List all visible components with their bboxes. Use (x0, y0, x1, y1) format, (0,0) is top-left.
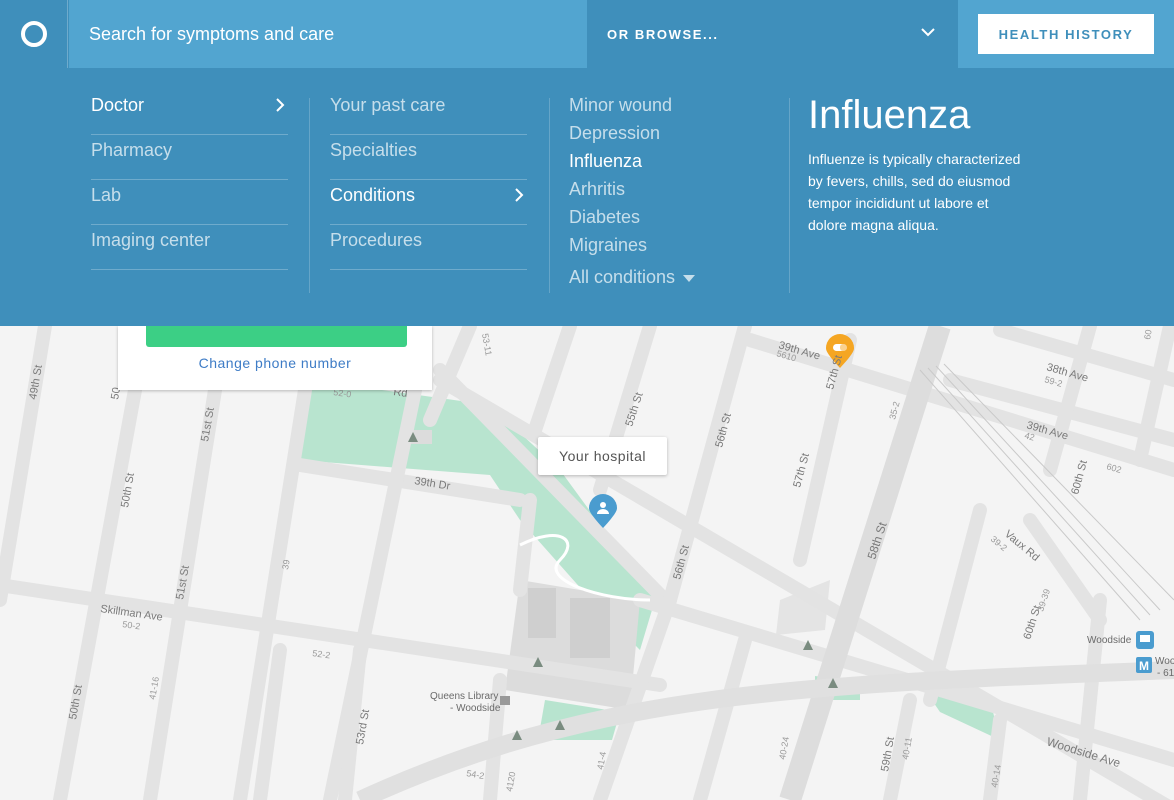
condition-description: Influenze is typically characterized by … (808, 151, 1021, 233)
health-history-button[interactable]: HEALTH HISTORY (978, 14, 1154, 54)
condition-item[interactable]: Diabetes (569, 204, 769, 232)
option-label: Procedures (330, 230, 423, 250)
condition-item[interactable]: Depression (569, 120, 769, 148)
browse-panel: Doctor Pharmacy Lab Imaging center Your … (0, 68, 1174, 326)
all-conditions-label: All conditions (569, 267, 676, 287)
conditions-list: Minor wound Depression Influenza Arhriti… (569, 92, 769, 292)
chevron-down-icon (921, 28, 935, 37)
doctor-options-list: Your past care Specialties Conditions Pr… (330, 90, 527, 270)
map-building (570, 598, 610, 658)
metro-icon: M (1136, 657, 1152, 673)
station-label: Woodside (1087, 635, 1132, 646)
column-divider (789, 98, 790, 293)
option-label: Specialties (330, 140, 418, 160)
care-type-list: Doctor Pharmacy Lab Imaging center (91, 90, 288, 270)
chevron-right-icon (276, 98, 285, 112)
chevron-right-icon (515, 188, 524, 202)
browse-label: OR BROWSE... (607, 27, 719, 42)
search-bar (69, 0, 587, 68)
care-type-lab[interactable]: Lab (91, 180, 288, 225)
map-number: 60 (1142, 329, 1154, 341)
care-type-pharmacy[interactable]: Pharmacy (91, 135, 288, 180)
change-phone-link[interactable]: Change phone number (118, 355, 432, 371)
care-type-label: Doctor (91, 95, 145, 115)
care-type-label: Pharmacy (91, 140, 173, 160)
column-divider (549, 98, 550, 293)
library-icon (500, 696, 510, 705)
option-label: Conditions (330, 185, 416, 205)
condition-title: Influenza (808, 93, 971, 137)
column-divider (309, 98, 310, 293)
condition-item[interactable]: Influenza (569, 148, 769, 176)
option-past-care[interactable]: Your past care (330, 90, 527, 135)
condition-item[interactable]: Migraines (569, 232, 769, 260)
library-label: - Woodside (450, 703, 501, 714)
top-bar: OR BROWSE... HEALTH HISTORY (0, 0, 1174, 68)
circle-logo-icon (20, 21, 47, 47)
all-conditions-toggle[interactable]: All conditions (569, 264, 769, 292)
call-phone-button[interactable] (146, 326, 407, 347)
condition-detail: Influenza Influenze is typically charact… (808, 90, 1028, 236)
station-label: Woo (1155, 656, 1174, 667)
svg-text:M: M (1139, 659, 1149, 673)
map-building (528, 588, 556, 638)
care-type-label: Imaging center (91, 230, 211, 250)
phone-card: Change phone number (118, 326, 432, 390)
condition-item[interactable]: Arhritis (569, 176, 769, 204)
train-icon (1136, 631, 1154, 649)
browse-dropdown[interactable]: OR BROWSE... (587, 0, 958, 68)
caret-down-icon (683, 274, 696, 282)
care-type-imaging-center[interactable]: Imaging center (91, 225, 288, 270)
option-conditions[interactable]: Conditions (330, 180, 527, 225)
care-type-label: Lab (91, 185, 122, 205)
care-type-doctor[interactable]: Doctor (91, 90, 288, 135)
option-procedures[interactable]: Procedures (330, 225, 527, 270)
option-label: Your past care (330, 95, 446, 115)
logo[interactable] (0, 0, 68, 68)
condition-item[interactable]: Minor wound (569, 92, 769, 120)
hospital-callout: Your hospital (538, 437, 667, 475)
health-history-area: HEALTH HISTORY (958, 0, 1174, 68)
search-input[interactable] (89, 0, 559, 68)
station-label: - 61 (1157, 668, 1174, 679)
library-label: Queens Library (430, 691, 498, 702)
option-specialties[interactable]: Specialties (330, 135, 527, 180)
map-number: 39 (280, 559, 292, 571)
